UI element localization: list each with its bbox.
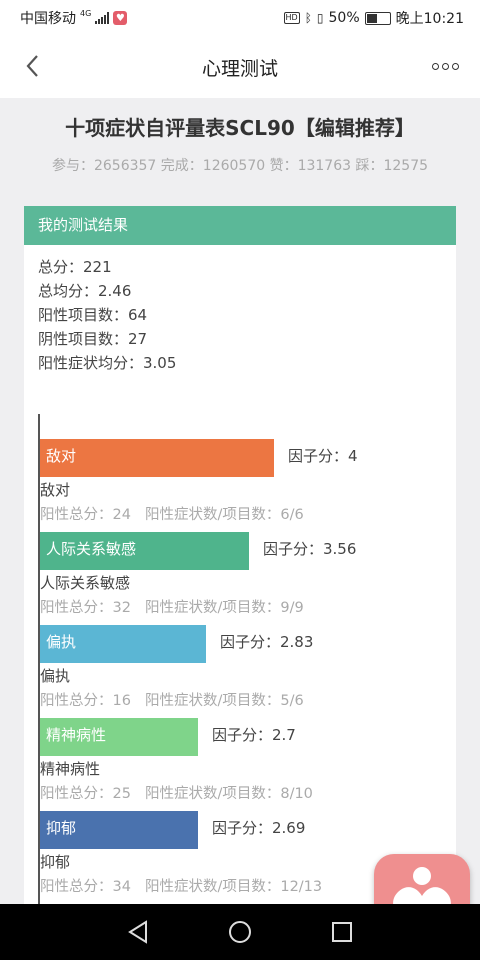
factor-name: 抑郁: [40, 853, 71, 871]
system-back-button[interactable]: [124, 918, 152, 946]
positive-total: 阳性总分：32: [40, 600, 131, 616]
more-dots-icon: [432, 62, 439, 70]
factor-score-label: 因子分：2.69: [212, 819, 306, 837]
factor-detail: 阳性总分：34 阳性症状数/项目数：12/13: [40, 875, 322, 896]
system-nav-bar: [0, 904, 480, 960]
factor-name: 精神病性: [40, 760, 101, 778]
square-recents-icon: [332, 922, 352, 942]
positive-count: 阳性症状数/项目数：9/9: [144, 600, 304, 616]
positive-total: 阳性总分：25: [40, 786, 131, 802]
factor-row: 人际关系敏感 因子分：3.56 人际关系敏感 阳性总分：32 阳性症状数/项目数：9/9: [40, 532, 450, 626]
battery-percent: 50%: [328, 10, 360, 26]
carrier-label: 中国移动: [20, 11, 76, 27]
factor-bar: 敌对: [40, 439, 274, 477]
summary-negative-count: 阴性项目数：27: [38, 330, 148, 348]
circle-home-icon: [229, 921, 251, 943]
factor-name: 敌对: [40, 481, 71, 499]
page-title: 心理测试: [201, 58, 278, 80]
factor-name: 人际关系敏感: [40, 574, 131, 592]
battery-icon: [364, 11, 391, 25]
factor-row: 敌对 因子分：4 敌对 阳性总分：24 阳性症状数/项目数：6/6: [40, 439, 450, 533]
nav-bar: 心理测试: [0, 34, 480, 98]
summary-total: 总分：221: [38, 258, 112, 276]
signal-icon: [95, 12, 110, 24]
system-home-button[interactable]: [226, 918, 254, 946]
system-recents-button[interactable]: [328, 918, 356, 946]
positive-total: 阳性总分：24: [40, 507, 131, 523]
more-button[interactable]: [432, 58, 460, 74]
summary-average: 总均分：2.46: [38, 282, 132, 300]
factor-bar: 抑郁: [40, 811, 198, 849]
factor-score-label: 因子分：4: [288, 447, 358, 465]
factor-score-label: 因子分：2.83: [220, 633, 314, 651]
result-card: 我的测试结果 总分：221 总均分：2.46 阳性项目数：64 阴性项目数：27…: [24, 206, 456, 934]
factor-bar: 偏执: [40, 625, 206, 663]
hd-icon: HD: [283, 12, 300, 24]
factor-detail: 阳性总分：32 阳性症状数/项目数：9/9: [40, 596, 304, 617]
positive-count: 阳性症状数/项目数：8/10: [144, 786, 313, 802]
positive-total: 阳性总分：34: [40, 879, 131, 895]
result-card-header: 我的测试结果: [24, 206, 456, 245]
factor-score-label: 因子分：2.7: [212, 726, 296, 744]
positive-total: 阳性总分：16: [40, 693, 131, 709]
positive-count: 阳性症状数/项目数：12/13: [144, 879, 323, 895]
factor-detail: 阳性总分：24 阳性症状数/项目数：6/6: [40, 503, 304, 524]
factor-row: 精神病性 因子分：2.7 精神病性 阳性总分：25 阳性症状数/项目数：8/10: [40, 718, 450, 812]
bluetooth-icon: ᛒ: [304, 11, 312, 25]
factor-name: 偏执: [40, 667, 71, 685]
positive-count: 阳性症状数/项目数：5/6: [144, 693, 304, 709]
summary-positive-count: 阳性项目数：64: [38, 306, 148, 324]
positive-count: 阳性症状数/项目数：6/6: [144, 507, 304, 523]
test-stats: 参与：2656357 完成：1260570 赞：131763 踩：12575: [51, 158, 429, 174]
factor-detail: 阳性总分：16 阳性症状数/项目数：5/6: [40, 689, 304, 710]
factor-score-label: 因子分：3.56: [263, 540, 357, 558]
notification-app-icon: ♥: [113, 11, 128, 25]
factor-bar: 精神病性: [40, 718, 198, 756]
factor-detail: 阳性总分：25 阳性症状数/项目数：8/10: [40, 782, 313, 803]
factor-row: 偏执 因子分：2.83 偏执 阳性总分：16 阳性症状数/项目数：5/6: [40, 625, 450, 719]
vibrate-icon: ▯: [316, 11, 324, 25]
factor-bar: 人际关系敏感: [40, 532, 249, 570]
result-summary: 总分：221 总均分：2.46 阳性项目数：64 阴性项目数：27 阳性症状均分…: [24, 245, 456, 375]
status-bar: 中国移动 4G ♥ HD ᛒ ▯ 50% 晚上10:21: [0, 0, 480, 34]
test-title: 十项症状自评量表SCL90【编辑推荐】: [65, 116, 415, 140]
clock: 晚上10:21: [395, 11, 464, 27]
network-type: 4G: [80, 9, 92, 18]
triangle-back-icon: [128, 920, 147, 944]
summary-positive-average: 阳性症状均分：3.05: [38, 354, 177, 372]
